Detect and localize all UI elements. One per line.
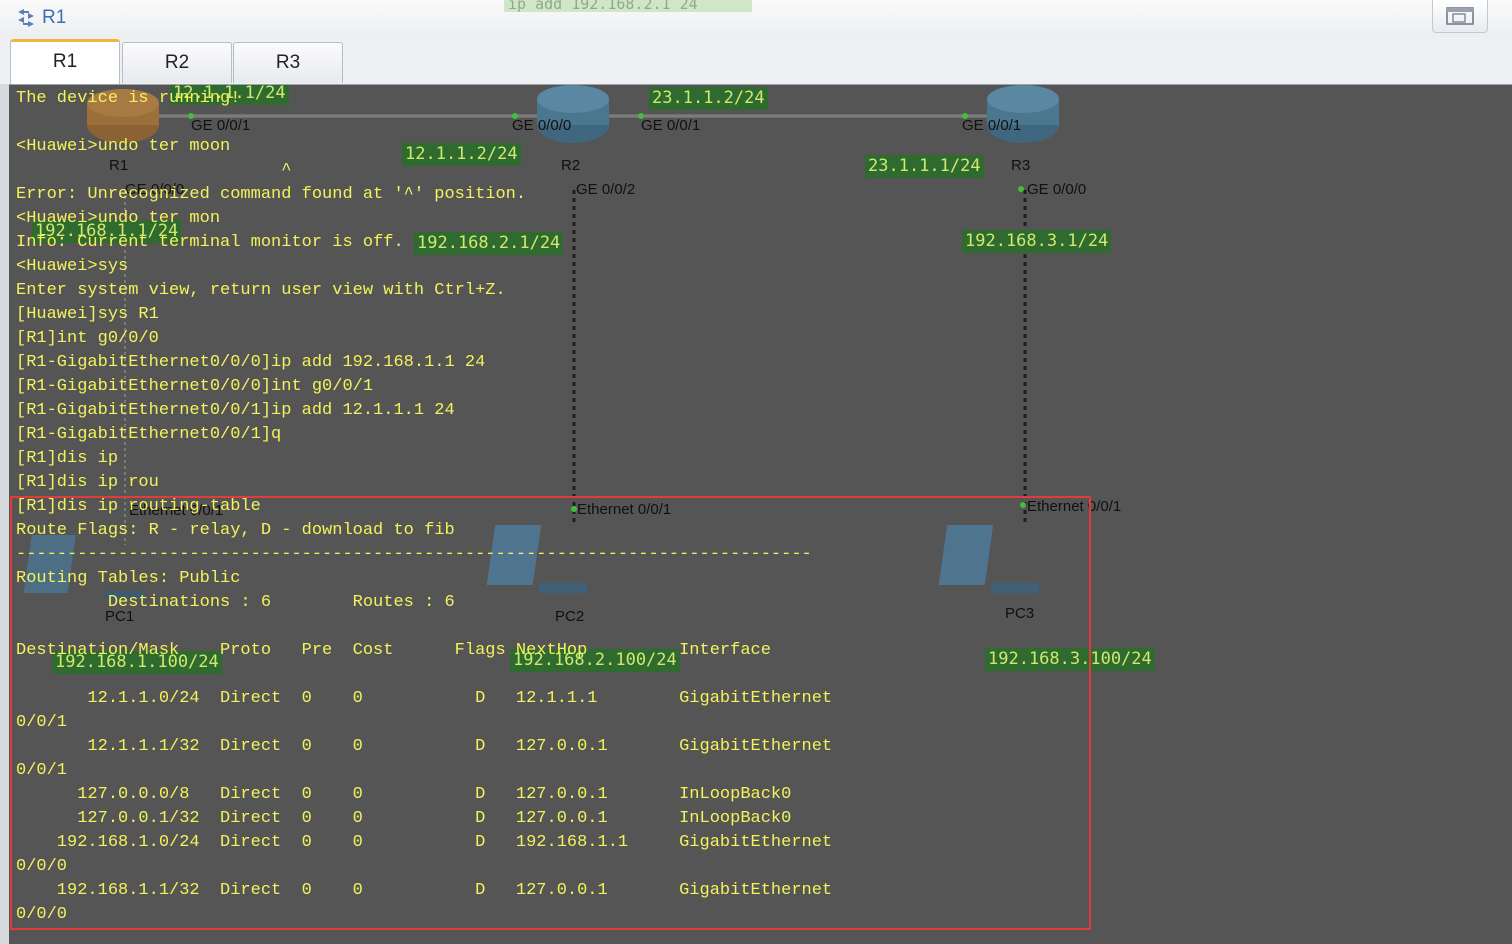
port-label: GE 0/0/1 bbox=[962, 117, 1022, 134]
device-label-r3: R3 bbox=[1011, 157, 1031, 174]
console-line: 127.0.0.1/32 Direct 0 0 D 127.0.0.1 InLo… bbox=[16, 809, 792, 828]
console-window: R1 ip add 192.168.2.1 24 R1 R2 R3 GE 0/0… bbox=[0, 0, 1512, 944]
console-line: Info: Current terminal monitor is off. bbox=[16, 233, 404, 252]
console-line: [R1-GigabitEthernet0/0/0]int g0/0/1 bbox=[16, 377, 374, 396]
left-border bbox=[0, 84, 9, 944]
console-line: <Huawei>sys bbox=[16, 257, 129, 276]
terminal-panel[interactable]: GE 0/0/1 GE 0/0/0 GE 0/0/1 GE 0/0/1 R1 R… bbox=[9, 85, 1512, 944]
pc3-icon bbox=[938, 525, 1039, 593]
ip-label: 192.168.3.1/24 bbox=[962, 230, 1112, 253]
ip-label: 23.1.1.1/24 bbox=[865, 155, 984, 178]
console-line: Destination/Mask Proto Pre Cost Flags Ne… bbox=[16, 641, 771, 660]
tab-r2[interactable]: R2 bbox=[122, 42, 232, 83]
console-line: ^ bbox=[16, 161, 292, 180]
console-line: 192.168.1.1/32 Direct 0 0 D 127.0.0.1 Gi… bbox=[16, 881, 833, 900]
device-tab-bar: R1 R2 R3 bbox=[0, 38, 1512, 85]
console-line: [R1]int g0/0/0 bbox=[16, 329, 159, 348]
console-line: 0/0/0 bbox=[16, 905, 68, 924]
port-label: GE 0/0/0 bbox=[1027, 181, 1087, 198]
console-line: [R1-GigabitEthernet0/0/0]ip add 192.168.… bbox=[16, 353, 486, 372]
console-line: [R1]dis ip rou bbox=[16, 473, 159, 492]
console-line: [R1]dis ip routing-table bbox=[16, 497, 261, 516]
console-line: 12.1.1.1/32 Direct 0 0 D 127.0.0.1 Gigab… bbox=[16, 737, 833, 756]
console-line: 127.0.0.0/8 Direct 0 0 D 127.0.0.1 InLoo… bbox=[16, 785, 792, 804]
title-ghost-command: ip add 192.168.2.1 24 bbox=[504, 0, 752, 12]
console-line: Enter system view, return user view with… bbox=[16, 281, 506, 300]
console-line: [R1-GigabitEthernet0/0/1]q bbox=[16, 425, 282, 444]
tab-r1[interactable]: R1 bbox=[10, 39, 120, 84]
console-line: 0/0/0 bbox=[16, 857, 68, 876]
window-title: R1 bbox=[42, 7, 67, 28]
tab-r3[interactable]: R3 bbox=[233, 42, 343, 83]
console-output[interactable]: The device is running! <Huawei>undo ter … bbox=[16, 87, 832, 927]
console-line: 0/0/1 bbox=[16, 713, 68, 732]
console-line: [Huawei]sys R1 bbox=[16, 305, 159, 324]
restore-icon bbox=[1446, 7, 1474, 25]
console-line: 192.168.1.0/24 Direct 0 0 D 192.168.1.1 … bbox=[16, 833, 833, 852]
port-label: Ethernet 0/0/1 bbox=[1027, 498, 1122, 515]
console-line: ----------------------------------------… bbox=[16, 545, 812, 564]
console-line: Route Flags: R - relay, D - download to … bbox=[16, 521, 455, 540]
console-line: Error: Unrecognized command found at '^'… bbox=[16, 185, 527, 204]
console-line: Destinations : 6 Routes : 6 bbox=[16, 593, 455, 612]
router-app-icon bbox=[18, 9, 34, 27]
console-line: 0/0/1 bbox=[16, 761, 68, 780]
console-line: [R1]dis ip bbox=[16, 449, 119, 468]
console-line: <Huawei>undo ter mon bbox=[16, 209, 221, 228]
device-label-pc3: PC3 bbox=[1005, 605, 1035, 622]
console-line: Routing Tables: Public bbox=[16, 569, 241, 588]
console-line: [R1-GigabitEthernet0/0/1]ip add 12.1.1.1… bbox=[16, 401, 455, 420]
title-bar[interactable]: R1 ip add 192.168.2.1 24 bbox=[0, 0, 1512, 39]
restore-button[interactable] bbox=[1432, 0, 1488, 33]
console-line: The device is running! bbox=[16, 89, 241, 108]
console-line: <Huawei>undo ter moon bbox=[16, 137, 231, 156]
console-line: 12.1.1.0/24 Direct 0 0 D 12.1.1.1 Gigabi… bbox=[16, 689, 833, 708]
ip-label: 192.168.3.100/24 bbox=[985, 648, 1155, 671]
router-r3-icon bbox=[987, 85, 1059, 143]
